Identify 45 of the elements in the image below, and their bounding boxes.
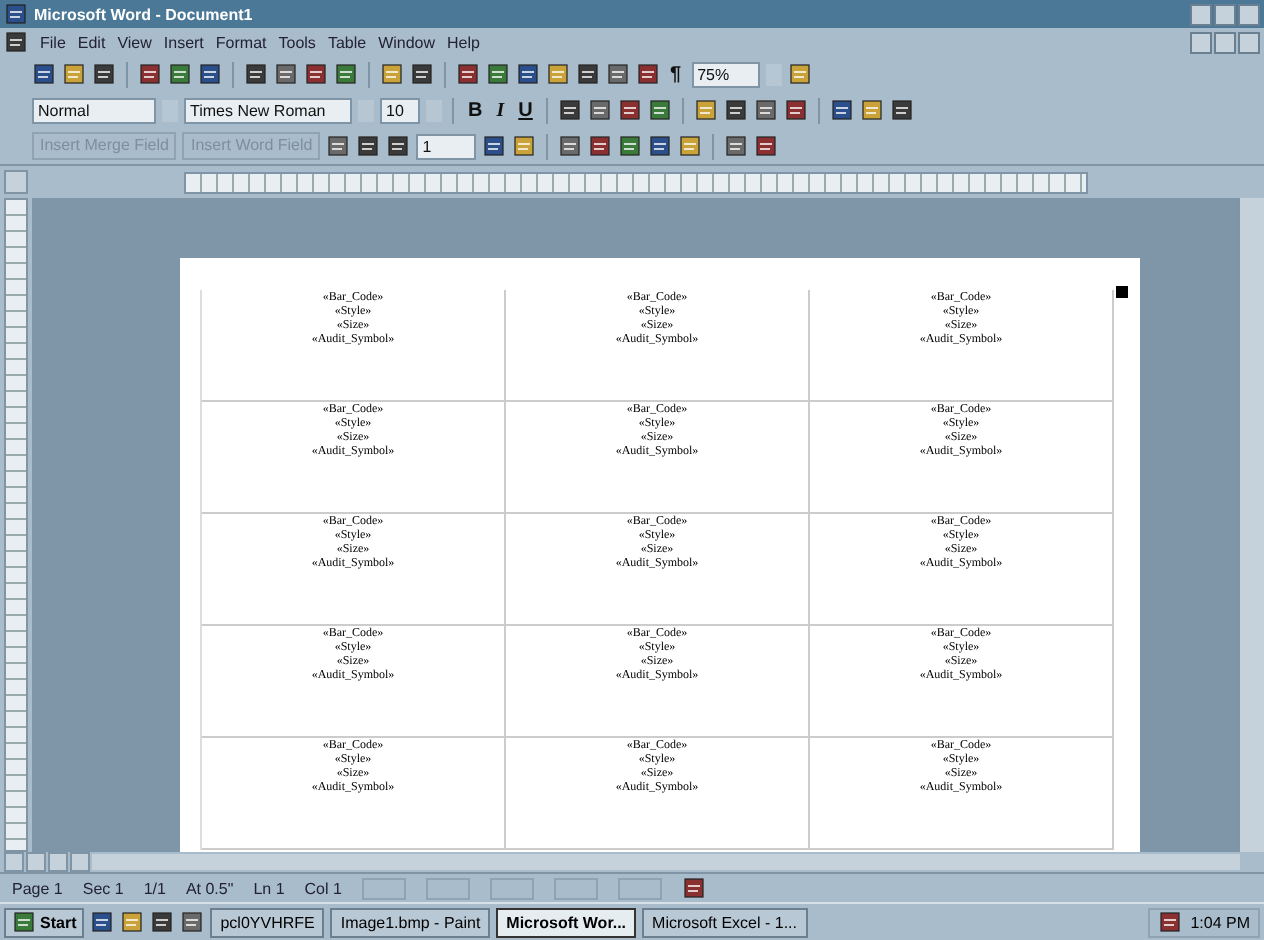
show-hide-button[interactable]: ¶	[666, 63, 686, 85]
clock: 1:04 PM	[1190, 913, 1250, 931]
font-field[interactable]: Times New Roman	[184, 97, 352, 123]
style-field[interactable]: Normal	[32, 97, 156, 123]
end-of-row-mark	[1116, 286, 1128, 298]
close-button[interactable]	[1238, 3, 1260, 25]
status-text: Page 1	[12, 879, 63, 897]
underline-button[interactable]: U	[514, 99, 537, 121]
bold-button[interactable]: B	[464, 99, 487, 121]
status-text: Ln 1	[253, 879, 285, 897]
minimize-button[interactable]	[1190, 31, 1212, 53]
status-indicator	[617, 877, 662, 899]
status-text: 1/1	[143, 879, 166, 897]
start-button[interactable]: Start	[4, 907, 85, 937]
menu-item[interactable]: Table	[327, 33, 367, 51]
menu-item[interactable]: Help	[447, 33, 480, 51]
vertical-scrollbar[interactable]	[1238, 198, 1264, 852]
menu-item[interactable]: Insert	[163, 33, 204, 51]
horizontal-scrollbar[interactable]	[92, 854, 1240, 870]
zoom-field[interactable]: 75%	[691, 61, 760, 87]
minimize-button[interactable]	[1190, 3, 1212, 25]
status-text: Col 1	[304, 879, 342, 897]
italic-button[interactable]: I	[492, 99, 509, 121]
taskbar-button[interactable]: Microsoft Wor...	[496, 907, 637, 937]
font-size-field[interactable]: 10	[380, 97, 420, 123]
status-indicator	[361, 877, 406, 899]
status-indicator	[489, 877, 534, 899]
taskbar-button[interactable]: Image1.bmp - Paint	[330, 907, 491, 937]
restore-button[interactable]	[1214, 31, 1236, 53]
taskbar-button[interactable]: Microsoft Excel - 1...	[642, 907, 807, 937]
status-text: At 0.5"	[185, 879, 234, 897]
menu-item[interactable]: File	[40, 33, 66, 51]
menu-item[interactable]: View	[117, 33, 152, 51]
status-indicator	[553, 877, 598, 899]
menu-item[interactable]: Format	[215, 33, 267, 51]
menu-item[interactable]: Edit	[77, 33, 106, 51]
status-text: Sec 1	[82, 879, 124, 897]
status-indicator	[425, 877, 470, 899]
record-field[interactable]: 1	[416, 133, 477, 159]
menu-item[interactable]: Window	[378, 33, 436, 51]
window-title: Microsoft Word - Document1	[34, 5, 253, 23]
menu-item[interactable]: Tools	[278, 33, 316, 51]
close-button[interactable]	[1238, 31, 1260, 53]
maximize-button[interactable]	[1214, 3, 1236, 25]
taskbar-button[interactable]: pcl0YVHRFE	[210, 907, 325, 937]
